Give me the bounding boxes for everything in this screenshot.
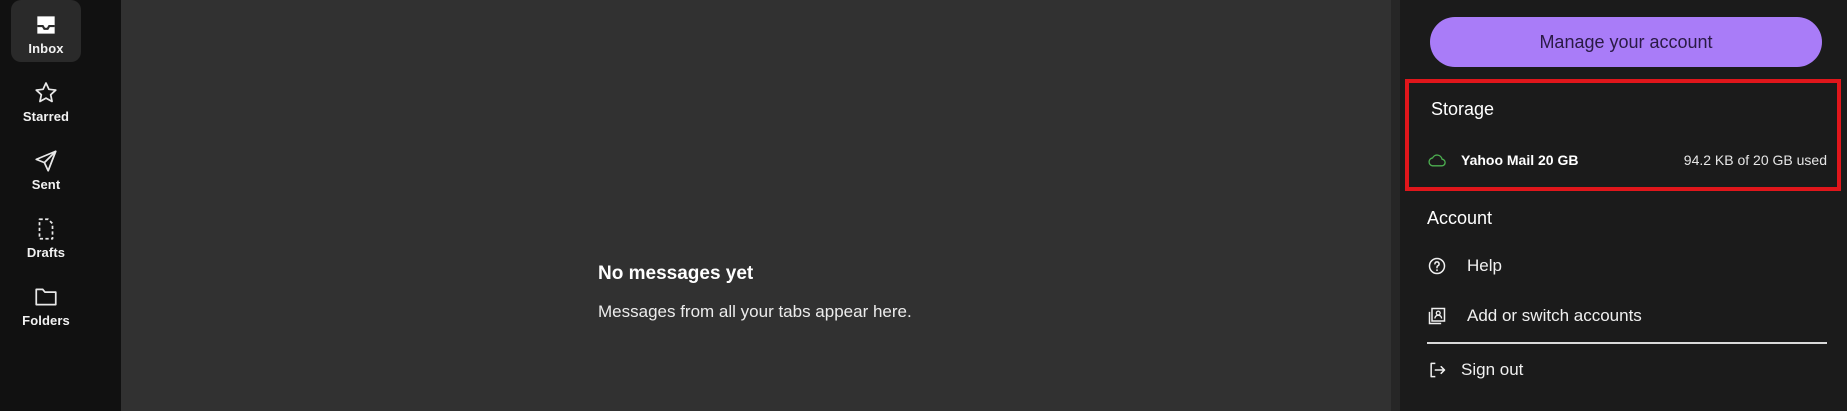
account-heading: Account xyxy=(1427,208,1493,228)
nav-item-folders[interactable]: Folders xyxy=(11,272,81,334)
storage-section: Storage Yahoo Mail 20 GB 94.2 KB of 20 G… xyxy=(1405,79,1841,191)
nav-label: Sent xyxy=(31,177,61,192)
sign-out-menu-item[interactable]: Sign out xyxy=(1427,360,1523,380)
message-list-pane: No messages yet Messages from all your t… xyxy=(121,0,1391,411)
nav-item-drafts[interactable]: Drafts xyxy=(11,204,81,266)
nav-label: Drafts xyxy=(26,245,66,260)
storage-usage-text: 94.2 KB of 20 GB used xyxy=(1683,152,1827,168)
menu-separator xyxy=(1427,342,1827,344)
send-icon xyxy=(35,150,57,172)
nav-item-inbox[interactable]: Inbox xyxy=(11,0,81,62)
nav-item-sent[interactable]: Sent xyxy=(11,136,81,198)
help-icon xyxy=(1428,257,1446,275)
nav-rail: Inbox Starred Sent Drafts Folders xyxy=(0,0,121,411)
account-panel: Manage your account Storage Yahoo Mail 2… xyxy=(1400,0,1847,411)
inbox-icon xyxy=(37,16,55,34)
empty-state-title: No messages yet xyxy=(598,263,754,284)
folder-icon xyxy=(35,288,57,306)
nav-label: Starred xyxy=(22,109,70,124)
nav-label: Folders xyxy=(22,313,70,328)
draft-icon xyxy=(38,218,54,240)
pane-divider xyxy=(1391,0,1400,411)
star-icon xyxy=(35,82,57,103)
switch-accounts-label: Add or switch accounts xyxy=(1467,306,1642,325)
storage-heading: Storage xyxy=(1431,99,1495,119)
sign-out-icon xyxy=(1430,362,1446,378)
nav-label: Inbox xyxy=(28,41,64,56)
switch-accounts-icon xyxy=(1428,307,1446,325)
manage-account-button[interactable]: Manage your account xyxy=(1430,17,1822,67)
help-label: Help xyxy=(1467,256,1502,275)
sign-out-label: Sign out xyxy=(1461,360,1524,379)
empty-state-subtitle: Messages from all your tabs appear here. xyxy=(598,302,912,321)
help-menu-item[interactable]: Help xyxy=(1427,256,1502,276)
storage-row[interactable]: Yahoo Mail 20 GB 94.2 KB of 20 GB used xyxy=(1427,149,1827,171)
nav-item-starred[interactable]: Starred xyxy=(11,68,81,130)
storage-plan-label: Yahoo Mail 20 GB xyxy=(1461,152,1579,168)
cloud-icon xyxy=(1428,154,1446,167)
mail-app: Inbox Starred Sent Drafts Folders No mes… xyxy=(0,0,1847,411)
switch-accounts-menu-item[interactable]: Add or switch accounts xyxy=(1427,306,1642,326)
